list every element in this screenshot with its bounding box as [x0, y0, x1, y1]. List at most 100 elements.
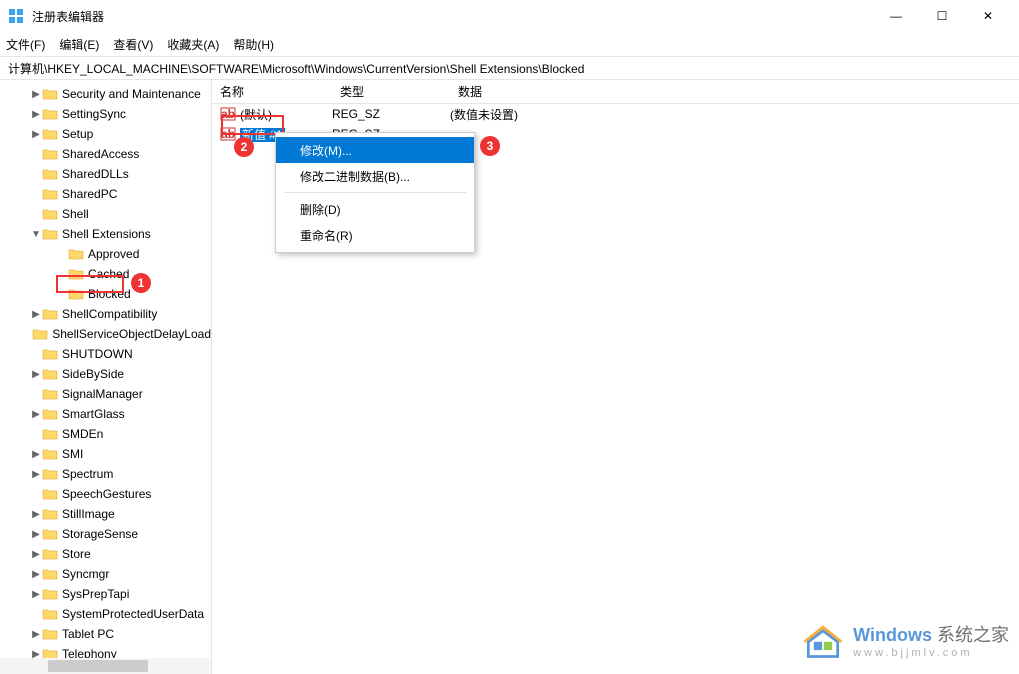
tree-item-label: SMI	[62, 447, 83, 461]
window-title: 注册表编辑器	[32, 8, 873, 25]
expand-icon[interactable]: ▶	[30, 549, 42, 560]
tree-item[interactable]: ▶ SMI	[0, 444, 211, 464]
col-name[interactable]: 名称	[212, 83, 332, 100]
tree-item[interactable]: ▶ Security and Maintenance	[0, 84, 211, 104]
tree-item[interactable]: SystemProtectedUserData	[0, 604, 211, 624]
tree-item-label: Tablet PC	[62, 627, 114, 641]
menu-favorites[interactable]: 收藏夹(A)	[167, 36, 219, 53]
tree-item[interactable]: SharedAccess	[0, 144, 211, 164]
tree-item-label: SharedAccess	[62, 147, 139, 161]
ctx-delete[interactable]: 删除(D)	[276, 196, 474, 222]
tree-item[interactable]: SpeechGestures	[0, 484, 211, 504]
menubar: 文件(F) 编辑(E) 查看(V) 收藏夹(A) 帮助(H)	[0, 32, 1019, 56]
folder-icon	[42, 507, 58, 521]
tree-item[interactable]: Shell	[0, 204, 211, 224]
tree-item[interactable]: ▶ Store	[0, 544, 211, 564]
minimize-button[interactable]: —	[873, 0, 919, 32]
expand-icon[interactable]: ▶	[30, 529, 42, 540]
tree-item[interactable]: ▶ StillImage	[0, 504, 211, 524]
expand-icon[interactable]: ▶	[30, 409, 42, 420]
tree-item-label: SettingSync	[62, 107, 126, 121]
expand-icon[interactable]: ▶	[30, 589, 42, 600]
value-row[interactable]: ab(默认)REG_SZ(数值未设置)	[212, 104, 1019, 124]
watermark-text-2: www.bjjmlv.com	[853, 647, 1009, 659]
tree-item[interactable]: Approved	[0, 244, 211, 264]
address-bar[interactable]: 计算机\HKEY_LOCAL_MACHINE\SOFTWARE\Microsof…	[0, 56, 1019, 80]
tree-item-label: Approved	[88, 247, 139, 261]
col-type[interactable]: 类型	[332, 83, 450, 100]
expand-icon[interactable]: ▶	[30, 449, 42, 460]
tree-item[interactable]: SHUTDOWN	[0, 344, 211, 364]
menu-file[interactable]: 文件(F)	[6, 36, 45, 53]
menu-edit[interactable]: 编辑(E)	[59, 36, 99, 53]
expand-icon[interactable]: ▶	[30, 129, 42, 140]
tree-item-label: Spectrum	[62, 467, 113, 481]
tree-item[interactable]: ▶ Spectrum	[0, 464, 211, 484]
tree-item[interactable]: ▶Syncmgr	[0, 564, 211, 584]
tree-item-label: SignalManager	[62, 387, 143, 401]
tree-item[interactable]: SMDEn	[0, 424, 211, 444]
tree-item[interactable]: ▶ Tablet PC	[0, 624, 211, 644]
menu-help[interactable]: 帮助(H)	[233, 36, 274, 53]
folder-icon	[42, 587, 58, 601]
ctx-modify-binary[interactable]: 修改二进制数据(B)...	[276, 163, 474, 189]
tree-item-label: StillImage	[62, 507, 115, 521]
close-button[interactable]: ✕	[965, 0, 1011, 32]
watermark-text-1b: 系统之家	[932, 625, 1009, 645]
tree-item-label: Cached	[88, 267, 129, 281]
expand-icon[interactable]: ▶	[30, 369, 42, 380]
expand-icon[interactable]: ▶	[30, 469, 42, 480]
tree-item[interactable]: ▶SmartGlass	[0, 404, 211, 424]
tree-item[interactable]: SharedPC	[0, 184, 211, 204]
ctx-modify[interactable]: 修改(M)...	[276, 137, 474, 163]
tree-pane[interactable]: ▶ Security and Maintenance ▶ SettingSync ▶Se…	[0, 80, 212, 674]
tree-hscrollbar[interactable]	[0, 658, 211, 674]
collapse-icon[interactable]: ▼	[30, 229, 42, 240]
tree-item-label: StorageSense	[62, 527, 138, 541]
folder-icon	[42, 147, 58, 161]
folder-icon	[42, 167, 58, 181]
folder-icon	[42, 407, 58, 421]
tree-item[interactable]: Cached	[0, 264, 211, 284]
folder-icon	[42, 307, 58, 321]
tree-item[interactable]: ▶ StorageSense	[0, 524, 211, 544]
tree-item[interactable]: SignalManager	[0, 384, 211, 404]
expand-icon[interactable]: ▶	[30, 569, 42, 580]
tree-item[interactable]: ▶ShellCompatibility	[0, 304, 211, 324]
menu-view[interactable]: 查看(V)	[113, 36, 153, 53]
maximize-button[interactable]: ☐	[919, 0, 965, 32]
regedit-icon	[8, 8, 24, 24]
folder-icon	[42, 127, 58, 141]
tree-item-label: Store	[62, 547, 91, 561]
tree-item-label: SysPrepTapi	[62, 587, 129, 601]
tree-item[interactable]: ▶ SysPrepTapi	[0, 584, 211, 604]
tree-item[interactable]: ▼Shell Extensions	[0, 224, 211, 244]
tree-item-label: ShellServiceObjectDelayLoad	[52, 327, 211, 341]
tree-item-label: SpeechGestures	[62, 487, 151, 501]
folder-icon	[42, 107, 58, 121]
tree-item[interactable]: Blocked	[0, 284, 211, 304]
expand-icon[interactable]: ▶	[30, 109, 42, 120]
expand-icon[interactable]: ▶	[30, 509, 42, 520]
content: ▶ Security and Maintenance ▶ SettingSync ▶Se…	[0, 80, 1019, 674]
tree-item[interactable]: SharedDLLs	[0, 164, 211, 184]
callout-badge-3: 3	[480, 136, 500, 156]
window-buttons: — ☐ ✕	[873, 0, 1011, 32]
ctx-rename[interactable]: 重命名(R)	[276, 222, 474, 248]
tree-item-label: Shell	[62, 207, 89, 221]
col-data[interactable]: 数据	[450, 83, 1019, 100]
folder-icon	[42, 387, 58, 401]
expand-icon[interactable]: ▶	[30, 89, 42, 100]
expand-icon[interactable]: ▶	[30, 309, 42, 320]
tree-item[interactable]: ▶SideBySide	[0, 364, 211, 384]
tree-item[interactable]: ▶ SettingSync	[0, 104, 211, 124]
tree-item-label: Security and Maintenance	[62, 87, 201, 101]
tree-item[interactable]: ShellServiceObjectDelayLoad	[0, 324, 211, 344]
expand-icon[interactable]: ▶	[30, 629, 42, 640]
list-pane[interactable]: 名称 类型 数据 ab(默认)REG_SZ(数值未设置)ab新值 #1REG_S…	[212, 80, 1019, 674]
tree-item-label: SystemProtectedUserData	[62, 607, 204, 621]
watermark-logo-icon	[801, 618, 845, 662]
tree-item[interactable]: ▶Setup	[0, 124, 211, 144]
tree-item-label: SharedPC	[62, 187, 117, 201]
context-menu: 修改(M)... 修改二进制数据(B)... 删除(D) 重命名(R)	[275, 132, 475, 253]
